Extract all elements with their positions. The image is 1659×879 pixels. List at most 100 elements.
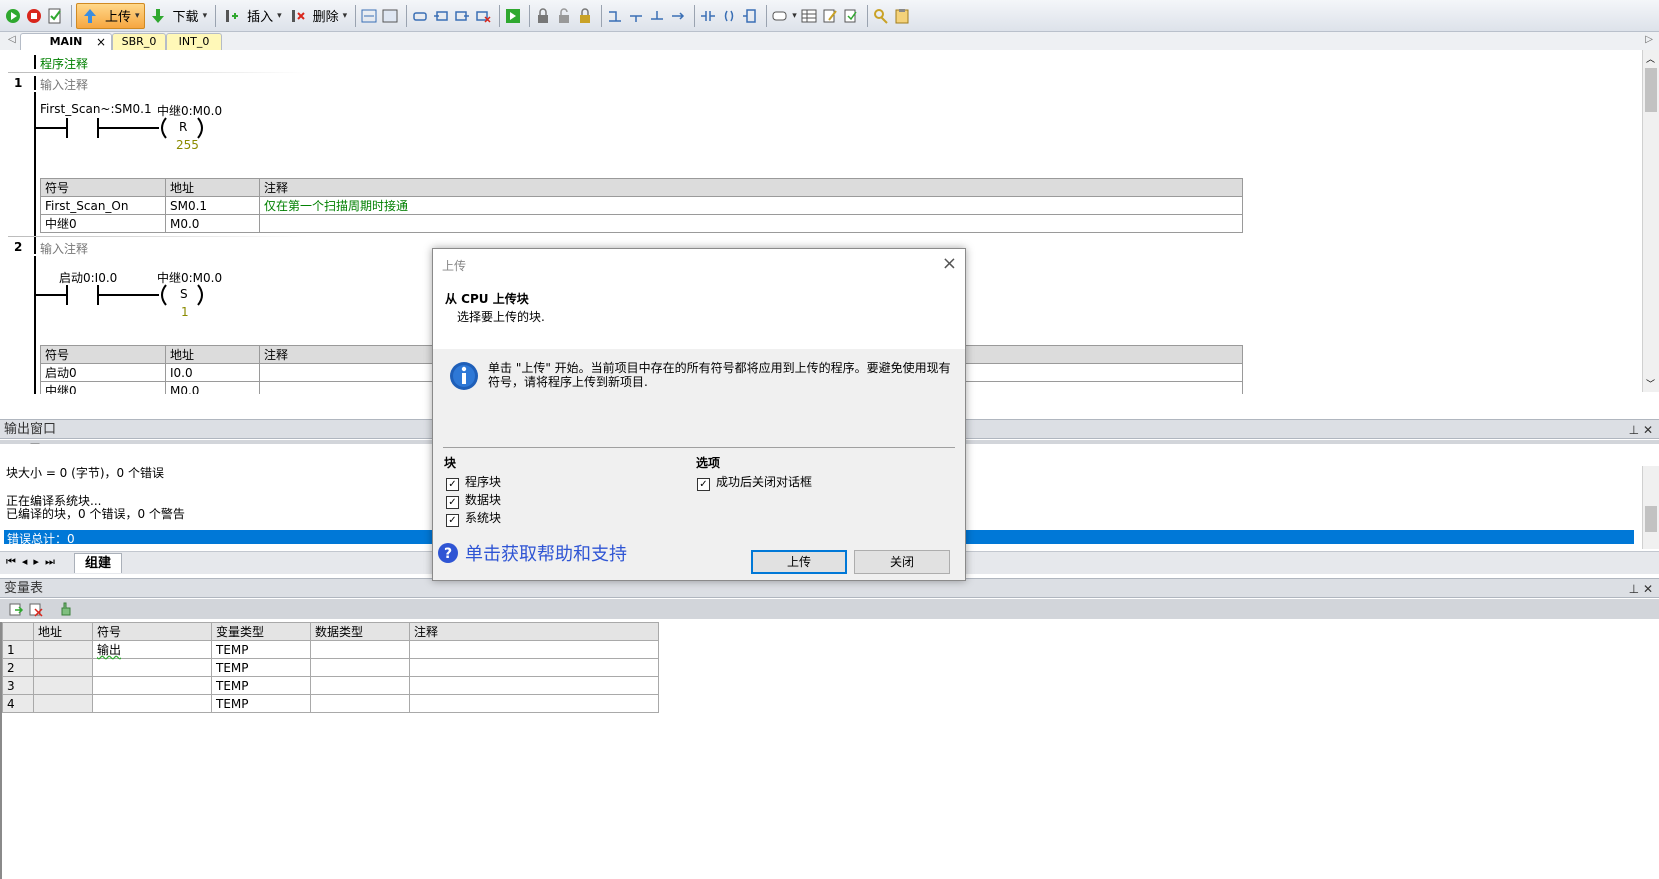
download-button[interactable]: 下载 ▾ bbox=[146, 4, 211, 28]
close-icon[interactable]: × bbox=[942, 253, 957, 274]
network-alt-icon[interactable] bbox=[381, 7, 399, 25]
scroll-thumb[interactable] bbox=[1645, 68, 1657, 112]
var-type-cell[interactable]: TEMP bbox=[211, 694, 311, 713]
program-comment[interactable]: 程序注释 bbox=[40, 55, 88, 72]
var-type-cell[interactable]: TEMP bbox=[211, 640, 311, 659]
key-icon[interactable] bbox=[872, 7, 890, 25]
row-number: 2 bbox=[2, 658, 34, 677]
upload-confirm-button[interactable]: 上传 bbox=[751, 550, 847, 574]
coil-count[interactable]: 1 bbox=[181, 305, 189, 319]
lock-all-icon[interactable] bbox=[576, 7, 594, 25]
sym-cell: SM0.1 bbox=[165, 196, 260, 215]
coil-icon[interactable] bbox=[720, 7, 738, 25]
checkbox-checked-icon[interactable]: ✓ bbox=[697, 478, 710, 491]
upload-button[interactable]: 上传 ▾ bbox=[76, 2, 145, 29]
comment-cell[interactable] bbox=[409, 658, 659, 677]
symbol-cell[interactable] bbox=[92, 676, 212, 695]
chevron-down-icon[interactable]: ﹀ bbox=[1646, 377, 1655, 390]
box-icon[interactable] bbox=[411, 7, 429, 25]
clipboard-icon[interactable] bbox=[893, 7, 911, 25]
chevron-down-icon[interactable]: ▾ bbox=[277, 11, 282, 21]
box-arrow-right-icon[interactable] bbox=[453, 7, 471, 25]
line-up-icon[interactable] bbox=[648, 7, 666, 25]
symbol-cell[interactable] bbox=[92, 658, 212, 677]
data-type-cell[interactable] bbox=[310, 676, 410, 695]
hand-icon[interactable] bbox=[58, 601, 74, 620]
table-row[interactable]: 2 TEMP bbox=[2, 658, 659, 677]
checkbox-close-on-success[interactable]: ✓ 成功后关闭对话框 bbox=[697, 473, 812, 491]
edit-alt-icon[interactable] bbox=[842, 7, 860, 25]
help-link[interactable]: ? 单击获取帮助和支持 bbox=[437, 540, 627, 566]
chevron-down-icon[interactable]: ▾ bbox=[135, 11, 140, 21]
function-box-icon[interactable] bbox=[741, 7, 759, 25]
table-row[interactable]: 1 输出 TEMP bbox=[2, 640, 659, 659]
symbol-table-icon[interactable] bbox=[800, 7, 818, 25]
close-button[interactable]: 关闭 bbox=[854, 550, 950, 574]
comment-cell[interactable] bbox=[409, 676, 659, 695]
comment-cell[interactable] bbox=[409, 640, 659, 659]
data-type-cell[interactable] bbox=[310, 694, 410, 713]
checkbox-checked-icon[interactable]: ✓ bbox=[446, 514, 459, 527]
chevron-down-icon[interactable]: ▾ bbox=[792, 11, 797, 21]
checkbox-system-block[interactable]: ✓ 系统块 bbox=[446, 509, 501, 527]
symbol-cell[interactable]: 输出 bbox=[92, 640, 212, 659]
chevron-up-icon[interactable]: ︿ bbox=[1646, 52, 1655, 65]
table-row[interactable]: 3 TEMP bbox=[2, 676, 659, 695]
insert-button[interactable]: 插入 ▾ bbox=[220, 4, 285, 28]
network-comment[interactable]: 输入注释 bbox=[40, 240, 88, 257]
box-delete-icon[interactable] bbox=[474, 7, 492, 25]
scroll-thumb[interactable] bbox=[1645, 506, 1657, 532]
line-right-icon[interactable] bbox=[669, 7, 687, 25]
edit-icon[interactable] bbox=[821, 7, 839, 25]
tab-build[interactable]: 组建 bbox=[74, 553, 123, 573]
dialog-title-bar[interactable]: 上传 × bbox=[433, 249, 965, 282]
contact-operand[interactable]: 启动0:I0.0 bbox=[59, 269, 117, 286]
goto-icon[interactable] bbox=[504, 7, 522, 25]
network-icon[interactable] bbox=[360, 7, 378, 25]
tab-main[interactable]: MAIN × bbox=[20, 33, 112, 50]
close-icon[interactable]: × bbox=[96, 34, 106, 50]
compile-icon[interactable] bbox=[46, 7, 64, 25]
contact-icon[interactable] bbox=[699, 7, 717, 25]
chevron-down-icon[interactable]: ▾ bbox=[343, 11, 348, 21]
checkbox-checked-icon[interactable]: ✓ bbox=[446, 478, 459, 491]
stop-icon[interactable] bbox=[25, 7, 43, 25]
insert-row-icon[interactable] bbox=[8, 601, 24, 620]
editor-vertical-scrollbar[interactable]: ︿ ﹀ bbox=[1642, 50, 1659, 392]
checkbox-checked-icon[interactable]: ✓ bbox=[446, 496, 459, 509]
delete-row-icon[interactable] bbox=[28, 601, 44, 620]
tab-scroll-right-icon[interactable]: ▷ bbox=[1645, 34, 1653, 45]
delete-button[interactable]: 删除 ▾ bbox=[286, 4, 351, 28]
tab-int0[interactable]: INT_0 bbox=[166, 33, 222, 50]
tab-nav-icons[interactable]: ⏮◂▸⏭ bbox=[6, 555, 61, 569]
lock-icon[interactable] bbox=[534, 7, 552, 25]
pin-close-icons[interactable]: ⊥ ✕ bbox=[1629, 420, 1653, 440]
data-type-cell[interactable] bbox=[310, 658, 410, 677]
unlock-icon[interactable] bbox=[555, 7, 573, 25]
comment-cell[interactable] bbox=[409, 694, 659, 713]
var-type-cell[interactable]: TEMP bbox=[211, 676, 311, 695]
contact-left[interactable] bbox=[66, 118, 68, 138]
branch-icon[interactable] bbox=[606, 7, 624, 25]
network-comment[interactable]: 输入注释 bbox=[40, 76, 88, 93]
contact-left[interactable] bbox=[66, 285, 68, 305]
box-arrow-left-icon[interactable] bbox=[432, 7, 450, 25]
coil-count[interactable]: 255 bbox=[176, 138, 199, 152]
comment-toggle-icon[interactable] bbox=[771, 7, 789, 25]
output-vertical-scrollbar[interactable] bbox=[1642, 466, 1659, 549]
pin-close-icons[interactable]: ⊥ ✕ bbox=[1629, 579, 1653, 599]
line-down-icon[interactable] bbox=[627, 7, 645, 25]
symbol-cell[interactable] bbox=[92, 694, 212, 713]
contact-operand[interactable]: First_Scan~:SM0.1 bbox=[40, 102, 152, 116]
checkbox-data-block[interactable]: ✓ 数据块 bbox=[446, 491, 501, 509]
var-type-cell[interactable]: TEMP bbox=[211, 658, 311, 677]
checkbox-program-block[interactable]: ✓ 程序块 bbox=[446, 473, 501, 491]
chevron-down-icon[interactable]: ▾ bbox=[203, 11, 208, 21]
toolbar-separator bbox=[215, 4, 217, 27]
table-row[interactable]: 4 TEMP bbox=[2, 694, 659, 713]
run-icon[interactable] bbox=[4, 7, 22, 25]
data-type-cell[interactable] bbox=[310, 640, 410, 659]
tab-scroll-left-icon[interactable]: ◁ bbox=[8, 34, 16, 45]
help-link-text[interactable]: 单击获取帮助和支持 bbox=[465, 540, 627, 566]
tab-sbr0[interactable]: SBR_0 bbox=[112, 33, 166, 50]
